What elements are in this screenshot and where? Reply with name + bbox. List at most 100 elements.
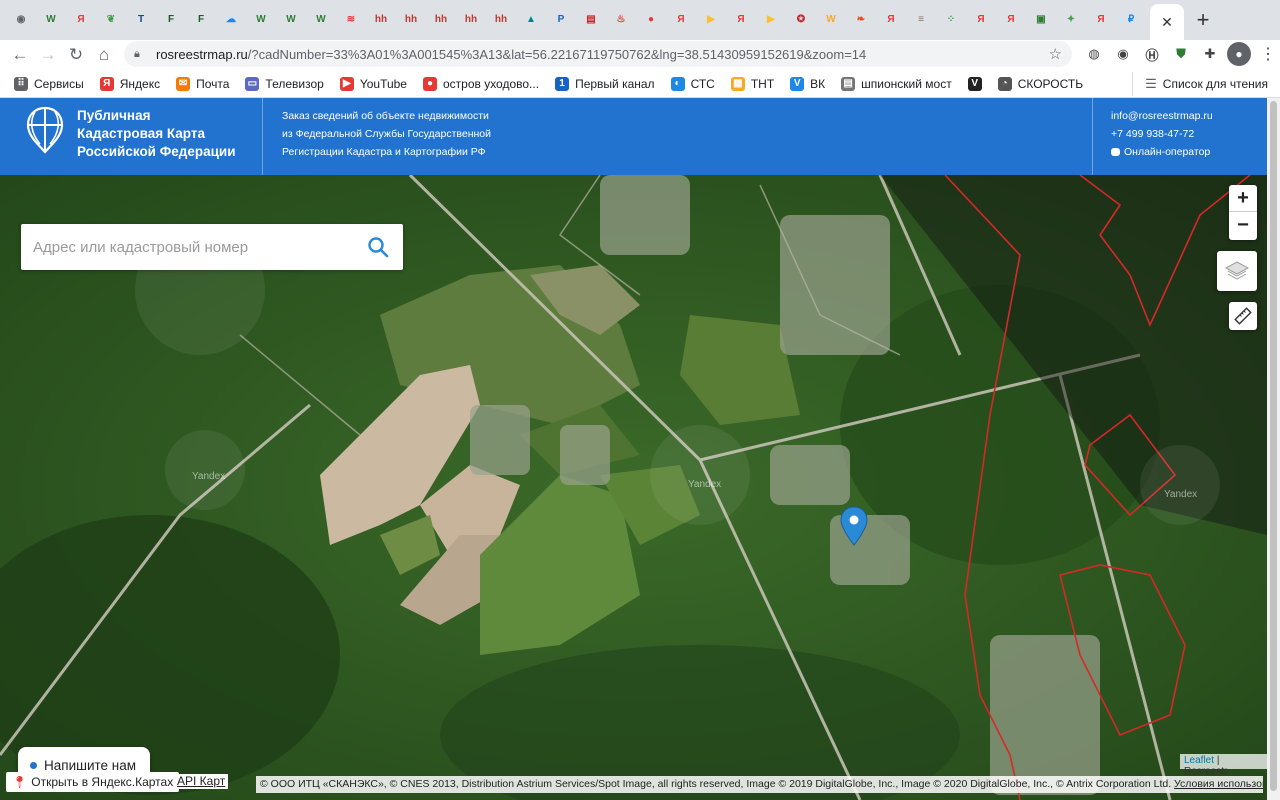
bookmark-page-icon: ▤ bbox=[841, 76, 856, 91]
contact-phone[interactable]: +7 499 938-47-72 bbox=[1111, 125, 1213, 143]
open-in-yandex-link[interactable]: 📍︎ Открыть в Яндекс.Картах bbox=[6, 772, 180, 792]
browser-tab[interactable]: W bbox=[816, 5, 846, 35]
bookmark-label: YouTube bbox=[359, 76, 407, 91]
browser-tab[interactable]: ▤ bbox=[576, 5, 606, 35]
browser-tab[interactable]: ❦ bbox=[96, 5, 126, 35]
browser-tab[interactable]: T bbox=[126, 5, 156, 35]
ruler-button[interactable] bbox=[1229, 302, 1257, 330]
bookmark-label: СКОРОСТЬ bbox=[1017, 76, 1084, 91]
url-text[interactable]: rosreestrmap.ru/?cadNumber=33%3A01%3A001… bbox=[156, 47, 866, 62]
lock-icon[interactable]: 🔒︎ bbox=[134, 48, 148, 61]
browser-tab[interactable]: ▶ bbox=[756, 5, 786, 35]
bookmark-item[interactable]: Я Яндекс bbox=[92, 72, 168, 96]
yandex-icon: Я bbox=[977, 14, 985, 25]
browser-tab[interactable]: ❧ bbox=[846, 5, 876, 35]
translate-icon[interactable]: ◍ bbox=[1082, 42, 1106, 66]
bookmark-item[interactable]: V bbox=[960, 72, 990, 96]
extension-h-icon[interactable]: Ⓗ bbox=[1140, 42, 1164, 66]
browser-tab[interactable]: Я bbox=[1086, 5, 1116, 35]
bookmark-item[interactable]: ◐ СТС bbox=[663, 72, 723, 96]
bookmark-item[interactable]: ▶ YouTube bbox=[332, 72, 415, 96]
browser-tab[interactable]: ✦ bbox=[1056, 5, 1086, 35]
browser-tab[interactable]: Я bbox=[666, 5, 696, 35]
browser-tab[interactable]: ≋ bbox=[336, 5, 366, 35]
active-tab[interactable]: ✕ bbox=[1150, 4, 1184, 40]
address-search-input[interactable] bbox=[33, 224, 353, 270]
browser-tab[interactable]: Я bbox=[966, 5, 996, 35]
bookmark-list: ⠿ Сервисы Я Яндекс ✉ Почта ▭ Телевизор ▶ YouTube ●… bbox=[0, 72, 1091, 96]
bookmark-item[interactable]: V ВК bbox=[782, 72, 833, 96]
home-icon[interactable]: ⌂ bbox=[90, 41, 118, 69]
browser-tab[interactable]: ⁘ bbox=[936, 5, 966, 35]
reload-icon[interactable]: ↻ bbox=[62, 41, 90, 69]
browser-tab[interactable]: ▶ bbox=[696, 5, 726, 35]
address-search-box[interactable] bbox=[21, 224, 403, 270]
globe-icon: ◉ bbox=[16, 14, 26, 25]
sts-icon: ◐ bbox=[670, 76, 685, 91]
browser-tab[interactable]: F bbox=[156, 5, 186, 35]
browser-tab[interactable]: Я bbox=[996, 5, 1026, 35]
browser-tab[interactable]: hh bbox=[456, 5, 486, 35]
zoom-out-button[interactable]: − bbox=[1229, 212, 1257, 239]
bookmark-item[interactable]: ⠿ Сервисы bbox=[6, 72, 92, 96]
browser-tab[interactable]: W bbox=[306, 5, 336, 35]
browser-tab[interactable]: hh bbox=[426, 5, 456, 35]
leaflet-link[interactable]: Leaflet bbox=[1184, 755, 1214, 766]
bookmark-item[interactable]: ● остров уходово... bbox=[415, 72, 547, 96]
browser-tab[interactable]: hh bbox=[396, 5, 426, 35]
contact-email[interactable]: info@rosreestrmap.ru bbox=[1111, 107, 1213, 125]
reading-list-button[interactable]: ☰ Список для чтения bbox=[1132, 72, 1268, 96]
browser-tab[interactable]: W bbox=[246, 5, 276, 35]
bookmark-star-icon[interactable]: ☆ bbox=[1049, 45, 1062, 63]
browser-tab[interactable]: ≡ bbox=[906, 5, 936, 35]
profile-avatar-icon[interactable]: ● bbox=[1227, 42, 1251, 66]
close-tab-icon[interactable]: ✕ bbox=[1161, 14, 1173, 31]
forward-arrow-icon[interactable]: → bbox=[34, 41, 62, 69]
browser-tab[interactable]: F bbox=[186, 5, 216, 35]
bookmark-item[interactable]: ▭ Телевизор bbox=[237, 72, 331, 96]
yandex-api-link[interactable]: API Карт bbox=[174, 774, 229, 789]
map-area[interactable]: Yandex Yandex Yandex + − Напишите нам bbox=[0, 175, 1267, 800]
browser-tab[interactable]: ☁ bbox=[216, 5, 246, 35]
chat-widget-label: Напишите нам bbox=[44, 757, 137, 773]
terms-of-use-link[interactable]: Условия использования bbox=[1174, 778, 1263, 790]
new-tab-button[interactable]: + bbox=[1188, 5, 1218, 35]
browser-tab[interactable]: P bbox=[546, 5, 576, 35]
back-arrow-icon[interactable]: ← bbox=[6, 41, 34, 69]
bookmark-item[interactable]: ▤ шпионский мост bbox=[833, 72, 960, 96]
bookmark-label: ТНТ bbox=[750, 76, 775, 91]
online-operator-link[interactable]: Онлайн-оператор bbox=[1111, 143, 1213, 161]
site-brand[interactable]: Публичная Кадастровая Карта Российской Ф… bbox=[77, 107, 236, 161]
browser-tab[interactable]: ▣ bbox=[1026, 5, 1056, 35]
browser-tab[interactable]: ▲ bbox=[516, 5, 546, 35]
browser-tab[interactable]: W bbox=[276, 5, 306, 35]
browser-tab[interactable]: ✪ bbox=[786, 5, 816, 35]
zoom-in-button[interactable]: + bbox=[1229, 185, 1257, 212]
browser-tab[interactable]: hh bbox=[486, 5, 516, 35]
browser-tab[interactable]: Я bbox=[726, 5, 756, 35]
kebab-menu-icon[interactable]: ⋮ bbox=[1256, 42, 1280, 66]
browser-tab[interactable]: W bbox=[36, 5, 66, 35]
tv-icon: ▭ bbox=[245, 76, 260, 91]
bookmark-item[interactable]: ✉ Почта bbox=[168, 72, 237, 96]
layers-button[interactable] bbox=[1217, 251, 1257, 291]
extension-globe-icon[interactable]: ◉ bbox=[1111, 42, 1135, 66]
browser-tab[interactable]: ● bbox=[636, 5, 666, 35]
yandex-icon: Я bbox=[737, 14, 745, 25]
browser-tab[interactable]: ♨ bbox=[606, 5, 636, 35]
browser-tab[interactable]: ₽ bbox=[1116, 5, 1146, 35]
shield-icon[interactable]: ⛊ bbox=[1169, 42, 1193, 66]
puzzle-icon[interactable]: ✚ bbox=[1198, 42, 1222, 66]
page-scrollbar[interactable] bbox=[1267, 98, 1280, 800]
bookmark-item[interactable]: ◔ СКОРОСТЬ bbox=[990, 72, 1091, 96]
bookmark-item[interactable]: ▦ ТНТ bbox=[723, 72, 782, 96]
browser-tab[interactable]: hh bbox=[366, 5, 396, 35]
browser-tab[interactable]: ◉ bbox=[6, 5, 36, 35]
bookmark-item[interactable]: 1 Первый канал bbox=[547, 72, 663, 96]
scrollbar-thumb[interactable] bbox=[1270, 101, 1277, 791]
address-bar[interactable]: 🔒︎ rosreestrmap.ru/?cadNumber=33%3A01%3A… bbox=[124, 41, 1072, 67]
browser-tab[interactable]: Я bbox=[66, 5, 96, 35]
browser-tab[interactable]: Я bbox=[876, 5, 906, 35]
search-icon[interactable] bbox=[367, 236, 389, 258]
globe-shield-logo-icon[interactable] bbox=[26, 106, 64, 154]
